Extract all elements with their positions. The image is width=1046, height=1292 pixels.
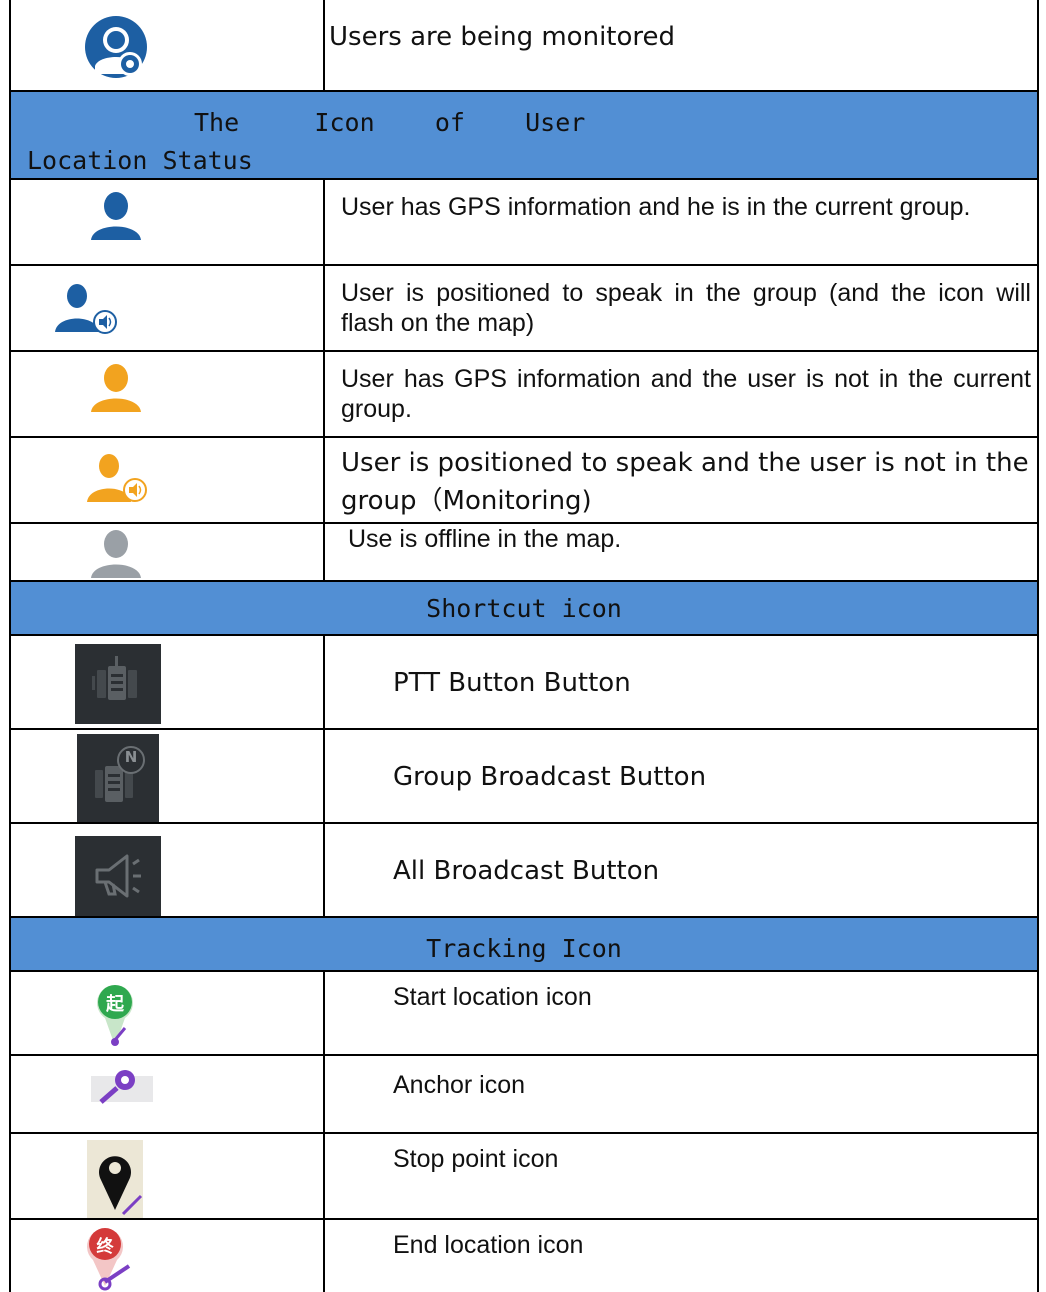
column-divider xyxy=(323,972,325,1056)
group-broadcast-description: Group Broadcast Button xyxy=(393,762,707,792)
row-anchor: Anchor icon xyxy=(11,1054,1037,1134)
column-divider xyxy=(323,1056,325,1134)
shortcut-header: Shortcut icon xyxy=(11,580,1037,636)
column-divider xyxy=(323,824,325,918)
row-speak-not-group: User is positioned to speak and the user… xyxy=(11,436,1037,524)
row-speak-group: User is positioned to speak in the group… xyxy=(11,264,1037,352)
column-divider xyxy=(323,0,325,92)
gps-not-current-description: User has GPS information and the user is… xyxy=(341,365,1031,423)
start-location-description: Start location icon xyxy=(393,983,592,1011)
offline-description: Use is offline in the map. xyxy=(341,525,622,553)
icon-table: Users are being monitored The Icon of Us… xyxy=(9,0,1039,1292)
end-location-description: End location icon xyxy=(393,1231,584,1259)
shortcut-header-title: Shortcut icon xyxy=(426,594,622,623)
start-location-icon: 起 xyxy=(85,978,155,1052)
user-orange-speaking-icon xyxy=(87,454,147,502)
row-monitored: Users are being monitored xyxy=(11,0,1037,92)
ptt-description: PTT Button Button xyxy=(393,668,631,698)
user-blue-icon xyxy=(91,192,141,240)
column-divider xyxy=(323,1220,325,1292)
row-start-location: 起 Start location icon xyxy=(11,970,1037,1056)
anchor-icon xyxy=(91,1070,153,1104)
all-broadcast-icon xyxy=(75,836,161,916)
user-blue-speaking-icon xyxy=(55,284,117,334)
column-divider xyxy=(323,438,325,524)
row-ptt: PTT Button Button xyxy=(11,634,1037,730)
column-divider xyxy=(323,352,325,438)
location-header-line2: Location Status xyxy=(27,146,253,175)
tracking-header: Tracking Icon xyxy=(11,916,1037,972)
row-offline: Use is offline in the map. xyxy=(11,522,1037,582)
column-divider xyxy=(323,266,325,352)
group-broadcast-icon: N xyxy=(77,734,159,822)
start-location-badge: 起 xyxy=(106,994,124,1015)
end-location-icon: 终 xyxy=(71,1222,143,1292)
row-all-broadcast: All Broadcast Button xyxy=(11,822,1037,918)
ptt-icon xyxy=(75,644,161,724)
gps-current-description: User has GPS information and he is in th… xyxy=(341,193,971,221)
column-divider xyxy=(323,1134,325,1220)
anchor-description: Anchor icon xyxy=(393,1071,526,1099)
column-divider xyxy=(323,730,325,824)
column-divider xyxy=(323,636,325,730)
location-status-header: The Icon of User Location Status xyxy=(11,90,1037,180)
stop-point-icon xyxy=(87,1140,143,1218)
tracking-header-title: Tracking Icon xyxy=(426,934,622,963)
end-location-badge: 终 xyxy=(96,1237,114,1257)
user-orange-icon xyxy=(91,364,141,412)
all-broadcast-description: All Broadcast Button xyxy=(393,856,660,886)
column-divider xyxy=(323,524,325,582)
group-broadcast-badge: N xyxy=(124,748,138,766)
row-end-location: 终 End location icon xyxy=(11,1218,1037,1292)
stop-point-description: Stop point icon xyxy=(393,1145,559,1173)
monitored-user-icon xyxy=(85,16,147,78)
speak-not-group-description: User is positioned to speak and the user… xyxy=(341,448,1029,516)
user-gray-icon xyxy=(91,530,141,578)
speak-group-description: User is positioned to speak in the group… xyxy=(341,279,1031,337)
row-group-broadcast: N Group Broadcast Button xyxy=(11,728,1037,824)
row-gps-current: User has GPS information and he is in th… xyxy=(11,178,1037,266)
monitored-description: Users are being monitored xyxy=(329,22,676,52)
row-stop-point: Stop point icon xyxy=(11,1132,1037,1220)
location-header-line1: The Icon of User xyxy=(194,108,586,137)
row-gps-not-current: User has GPS information and the user is… xyxy=(11,350,1037,438)
column-divider xyxy=(323,180,325,266)
